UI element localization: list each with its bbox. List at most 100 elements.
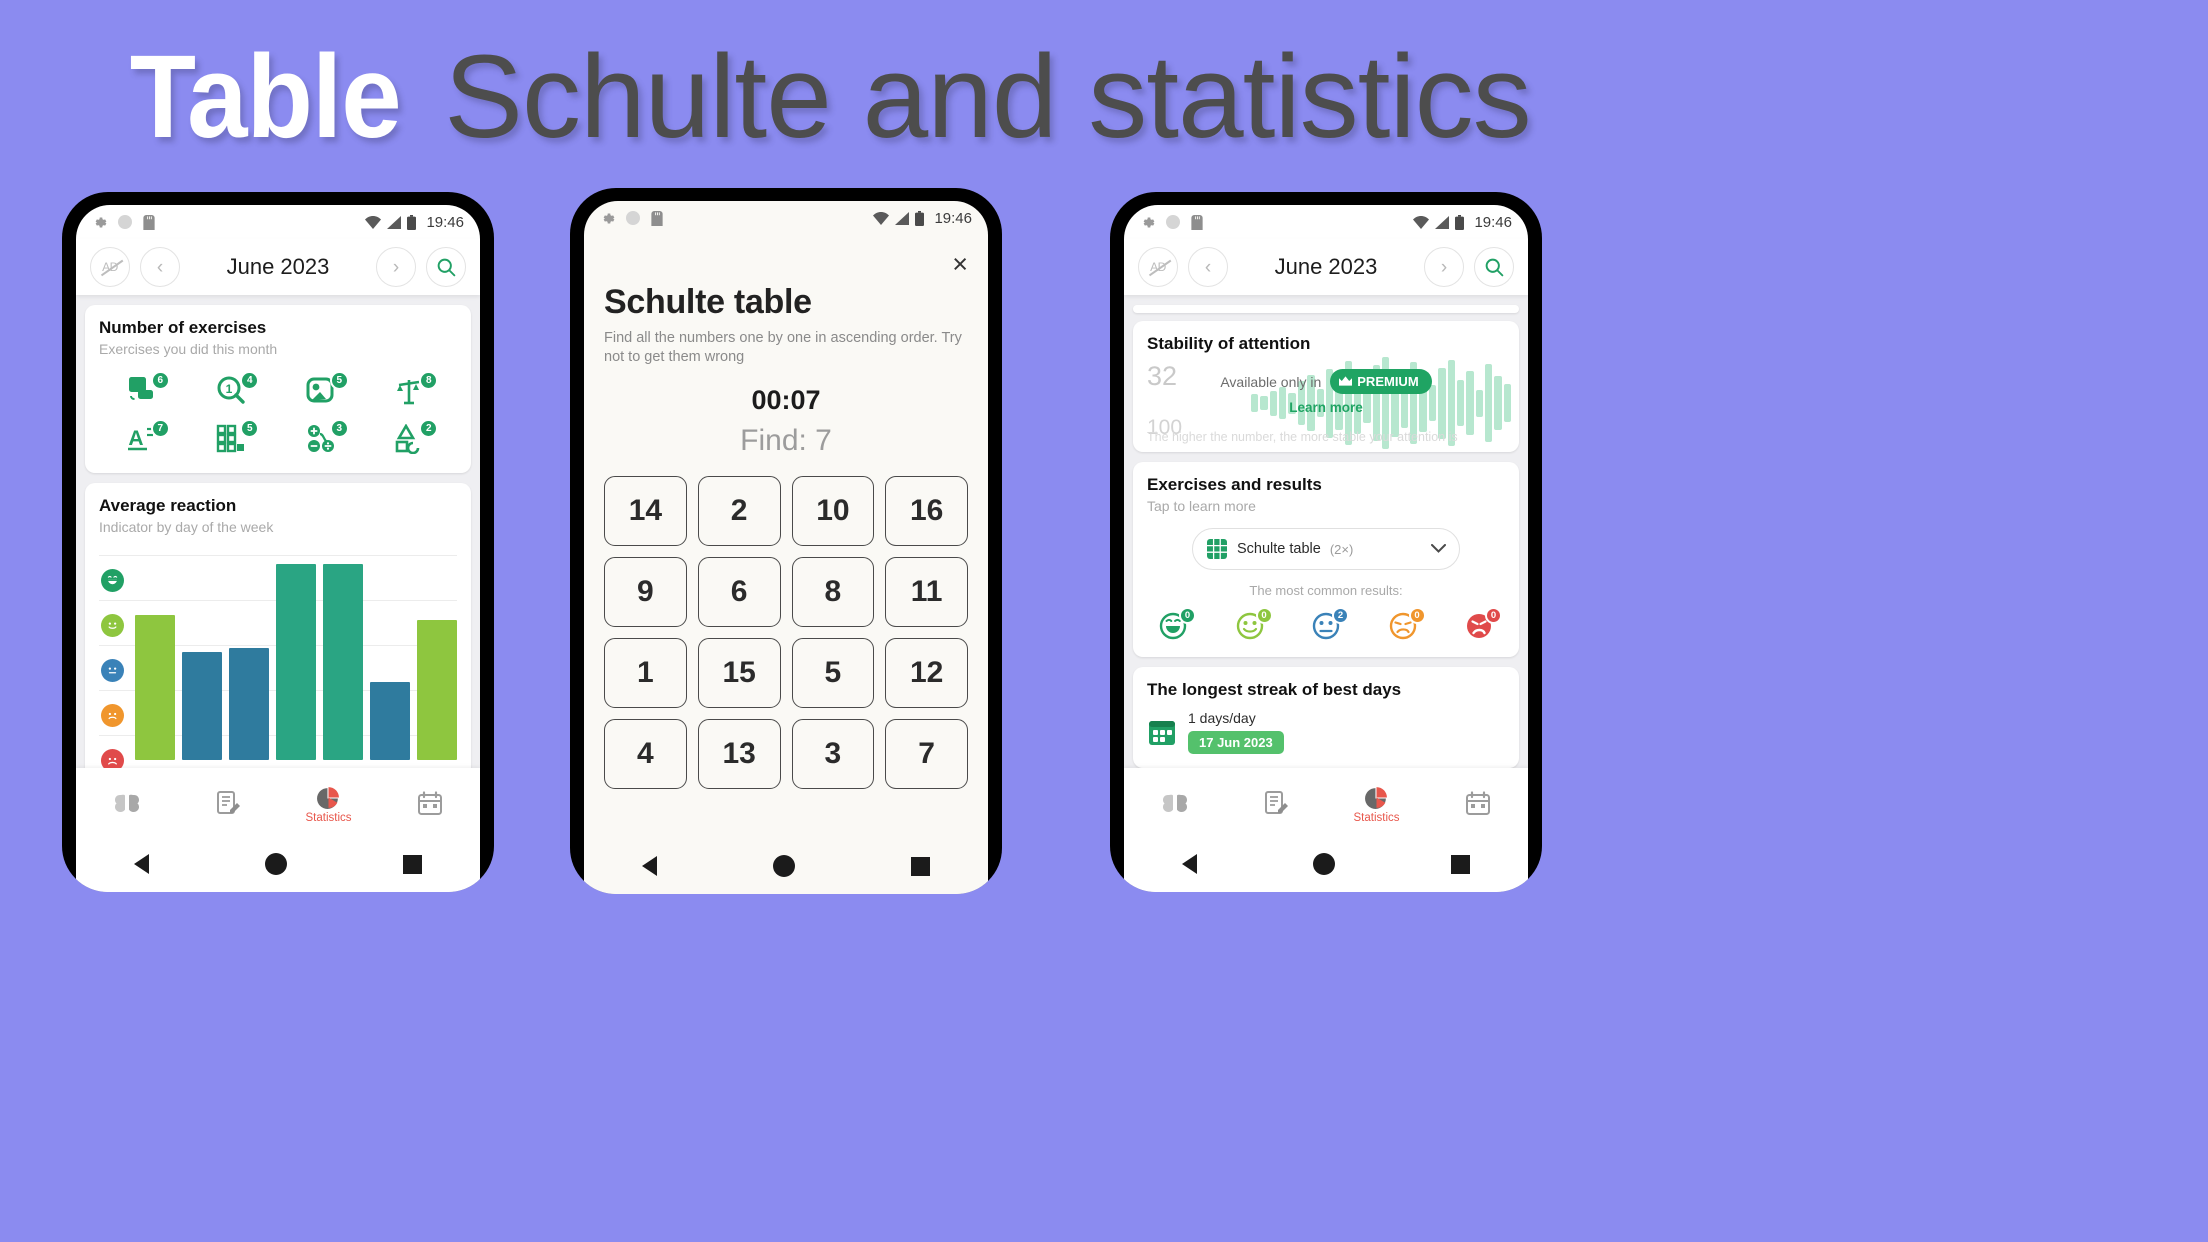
schulte-title: Schulte table — [604, 283, 812, 321]
no-ads-icon: AD — [102, 260, 118, 274]
schulte-cell[interactable]: 4 — [604, 719, 687, 790]
schulte-cell[interactable]: 16 — [885, 476, 968, 547]
result-face-item[interactable]: 0 — [1381, 607, 1426, 643]
search-button[interactable] — [426, 247, 466, 287]
phone2-status-bar: 19:46 — [584, 201, 988, 235]
nav-item-brain[interactable] — [1137, 791, 1213, 817]
phone3-app-bar: AD ‹ June 2023 › — [1124, 239, 1528, 295]
premium-badge[interactable]: PREMIUM — [1330, 369, 1432, 395]
grid-green-icon — [1207, 539, 1227, 559]
schulte-cell[interactable]: 2 — [697, 476, 781, 547]
phone3-side-button — [1110, 460, 1112, 516]
exercise-item[interactable]: 2 — [388, 419, 439, 459]
nav-item-calendar[interactable] — [392, 790, 468, 818]
android-recents-button[interactable] — [1451, 854, 1470, 874]
stability-title: Stability of attention — [1147, 334, 1311, 354]
schulte-cell[interactable]: 7 — [885, 719, 968, 790]
schulte-cell[interactable]: 10 — [791, 476, 875, 547]
schulte-cell[interactable]: 12 — [885, 638, 968, 709]
exercise-item[interactable]: 6 — [120, 371, 170, 411]
nav-label: Statistics — [305, 811, 352, 824]
chart-bar — [370, 682, 410, 760]
schulte-cell[interactable]: 8 — [791, 557, 875, 628]
previous-month-button[interactable]: ‹ — [140, 247, 180, 287]
exercise-count-badge: 7 — [150, 419, 170, 438]
battery-icon — [915, 210, 925, 226]
android-back-button[interactable] — [642, 856, 657, 876]
average-reaction-card: Average reaction Indicator by day of the… — [85, 483, 471, 768]
nav-item-brain[interactable] — [89, 791, 165, 817]
exercise-count-badge: 2 — [419, 419, 439, 438]
schulte-cell[interactable]: 11 — [885, 557, 968, 628]
pie-chart-icon — [1365, 786, 1387, 809]
result-face-item[interactable]: 0 — [1457, 607, 1502, 643]
schulte-cell[interactable]: 3 — [791, 719, 875, 790]
exercise-item[interactable]: 8 — [388, 371, 439, 411]
search-button[interactable] — [1474, 247, 1514, 287]
calendar-icon — [1149, 721, 1175, 745]
learn-more-link[interactable]: Learn more — [1289, 400, 1363, 415]
schulte-cell[interactable]: 15 — [697, 638, 781, 709]
schulte-cell[interactable]: 13 — [697, 719, 781, 790]
result-face-item[interactable]: 2 — [1304, 607, 1349, 643]
phone2-android-nav — [584, 838, 988, 894]
common-results-faces: 0 0 2 0 0 — [1147, 607, 1505, 643]
nav-item-notes[interactable] — [1238, 790, 1314, 818]
chevron-down-icon — [1431, 542, 1446, 556]
nav-item-statistics[interactable]: Statistics — [1339, 785, 1415, 824]
stability-footer: The higher the number, the more stable y… — [1147, 430, 1458, 444]
exercise-item[interactable]: A 7 — [120, 419, 170, 459]
android-back-button[interactable] — [134, 854, 149, 874]
android-home-button[interactable] — [773, 855, 795, 877]
result-face-count: 0 — [1485, 607, 1502, 624]
schulte-description: Find all the numbers one by one in ascen… — [604, 330, 962, 366]
exercise-select-dropdown[interactable]: Schulte table (2×) — [1192, 528, 1460, 570]
streak-date-chip: 17 Jun 2023 — [1188, 731, 1284, 754]
schulte-timer: 00:07 — [751, 385, 821, 416]
android-recents-button[interactable] — [403, 854, 422, 874]
nav-item-calendar[interactable] — [1440, 790, 1516, 818]
previous-month-button[interactable]: ‹ — [1188, 247, 1228, 287]
nav-item-notes[interactable] — [190, 790, 266, 818]
schulte-cell[interactable]: 14 — [604, 476, 687, 547]
svg-text:A: A — [128, 427, 143, 450]
nav-item-statistics[interactable]: Statistics — [291, 785, 367, 824]
android-home-button[interactable] — [1313, 853, 1335, 875]
circle-icon — [626, 211, 640, 225]
exercise-item[interactable]: 3 — [299, 419, 349, 459]
number-of-exercises-card[interactable]: Number of exercises Exercises you did th… — [85, 305, 471, 473]
schulte-cell[interactable]: 6 — [697, 557, 781, 628]
brain-icon — [1162, 794, 1187, 812]
android-recents-button[interactable] — [911, 856, 930, 876]
sd-card-icon — [651, 210, 663, 226]
exercise-item[interactable]: 5 — [209, 419, 260, 459]
search-icon — [1485, 258, 1503, 276]
exercise-count-badge: 6 — [150, 371, 170, 390]
exercise-count-badge: 8 — [419, 371, 439, 390]
page-title: Table Schulte and statistics — [118, 38, 1532, 156]
android-home-button[interactable] — [265, 853, 287, 875]
schulte-cell[interactable]: 1 — [604, 638, 687, 709]
result-face-item[interactable]: 0 — [1151, 607, 1196, 643]
current-month-label: June 2023 — [1274, 254, 1378, 279]
notes-icon — [216, 791, 240, 814]
chart-bar — [135, 615, 175, 760]
no-ads-button[interactable]: AD — [90, 247, 130, 287]
android-back-button[interactable] — [1182, 854, 1197, 874]
wifi-icon — [365, 215, 382, 229]
premium-badge-label: PREMIUM — [1357, 374, 1419, 390]
exercise-item[interactable]: 5 — [299, 371, 349, 411]
result-face-count: 2 — [1332, 607, 1349, 624]
exercise-item[interactable]: 1 4 — [209, 371, 260, 411]
face-sad-icon — [101, 749, 124, 768]
next-month-button[interactable]: › — [1424, 247, 1464, 287]
next-month-button[interactable]: › — [376, 247, 416, 287]
schulte-cell[interactable]: 9 — [604, 557, 687, 628]
calendar-icon — [1465, 790, 1490, 815]
phone1-app-bar: AD ‹ June 2023 › — [76, 239, 480, 295]
no-ads-button[interactable]: AD — [1138, 247, 1178, 287]
close-icon[interactable]: × — [952, 251, 968, 281]
result-face-item[interactable]: 0 — [1228, 607, 1273, 643]
schulte-cell[interactable]: 5 — [791, 638, 875, 709]
exercise-count-badge: 5 — [329, 371, 349, 390]
